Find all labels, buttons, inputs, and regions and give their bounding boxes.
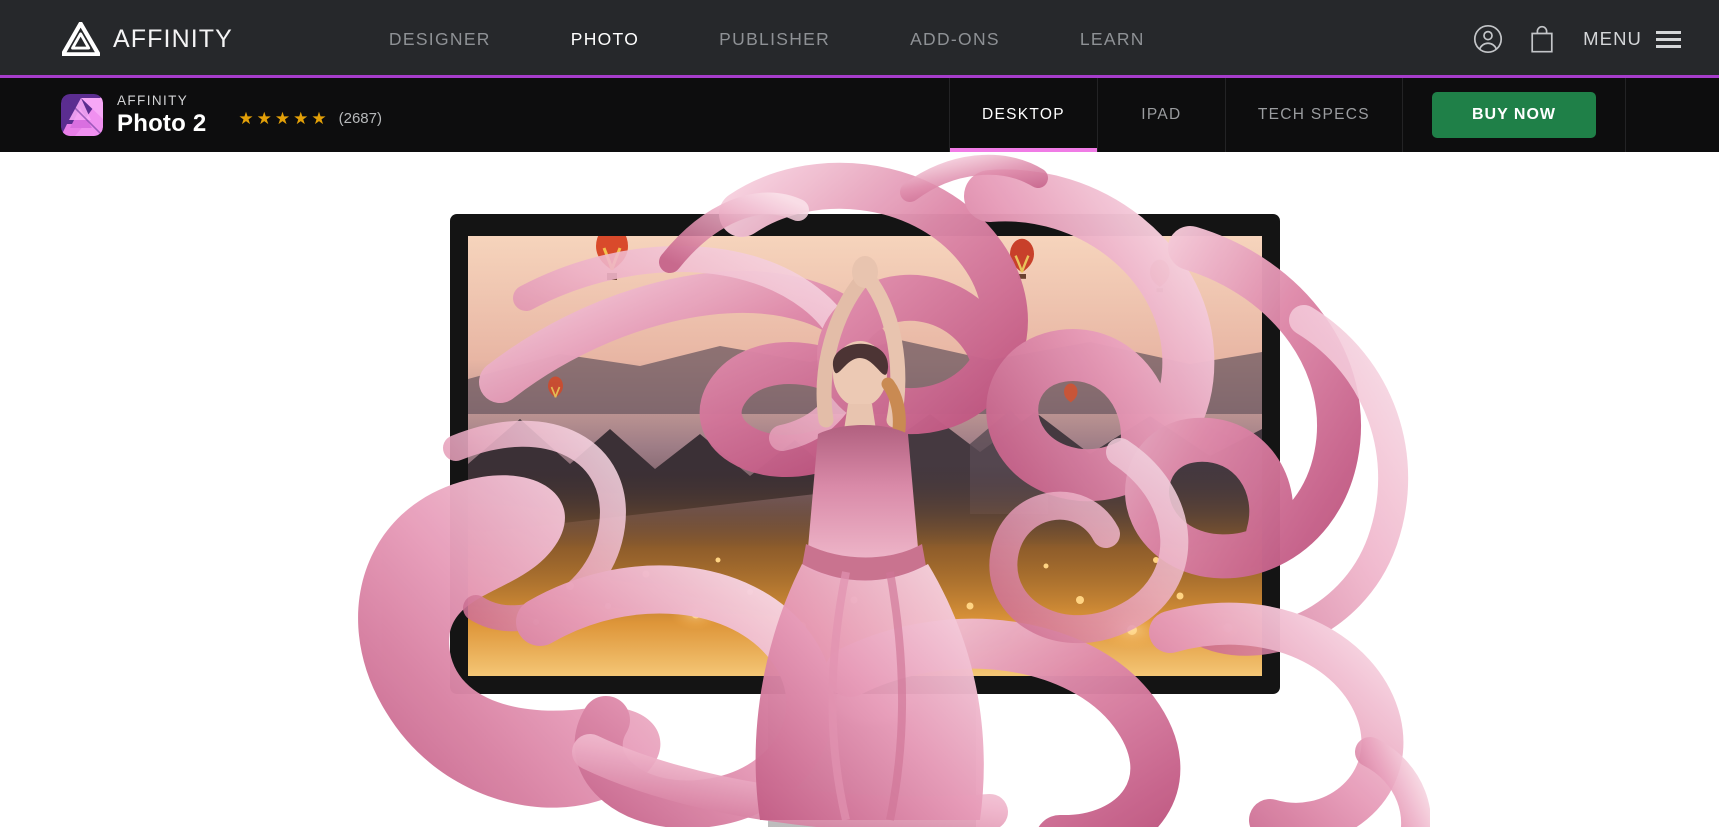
menu-toggle-button[interactable]: MENU [1583,28,1695,50]
shopping-bag-icon[interactable] [1515,12,1569,66]
star-rating-icon: ★★★★★ [238,109,330,128]
brand-wordmark: AFFINITY [113,24,233,53]
product-sub-navigation-bar: AFFINITY Photo 2 ★★★★★ (2687) DESKTOP IP… [0,78,1719,152]
nav-link-add-ons[interactable]: ADD-ONS [870,29,1040,50]
product-identity-group: AFFINITY Photo 2 ★★★★★ (2687) [0,78,382,152]
tab-tech-specs[interactable]: TECH SPECS [1224,78,1402,152]
nav-link-publisher[interactable]: PUBLISHER [679,29,870,50]
nav-utility-group: MENU [1461,12,1719,66]
hero-section [0,152,1719,827]
hamburger-menu-icon [1656,30,1681,48]
product-tabs: DESKTOP IPAD TECH SPECS BUY NOW [948,78,1719,152]
menu-label: MENU [1583,28,1642,49]
affinity-photo-app-icon [61,94,103,136]
account-circle-icon[interactable] [1461,12,1515,66]
hero-image [290,152,1430,827]
product-eyebrow: AFFINITY [117,93,189,109]
nav-link-photo[interactable]: PHOTO [531,29,679,50]
review-count-label: (2687) [338,110,382,127]
tab-ipad[interactable]: IPAD [1096,78,1225,152]
product-title: Photo 2 [117,109,207,137]
affinity-triangle-logo-icon [62,22,100,56]
buy-now-button[interactable]: BUY NOW [1431,92,1596,138]
page-root: AFFINITY DESIGNER PHOTO PUBLISHER ADD-ON… [0,0,1719,827]
nav-link-designer[interactable]: DESIGNER [349,29,531,50]
buy-now-cell: BUY NOW [1401,78,1625,152]
product-bar-tail-spacer [1625,78,1719,152]
product-name-block: AFFINITY Photo 2 [117,94,206,136]
top-navigation-bar: AFFINITY DESIGNER PHOTO PUBLISHER ADD-ON… [0,0,1719,78]
product-rating[interactable]: ★★★★★ (2687) [238,103,382,127]
tab-desktop[interactable]: DESKTOP [948,78,1097,152]
primary-nav-links: DESIGNER PHOTO PUBLISHER ADD-ONS LEARN [349,29,1185,50]
affinity-brand-logo-link[interactable]: AFFINITY [62,22,233,56]
nav-link-learn[interactable]: LEARN [1040,29,1185,50]
